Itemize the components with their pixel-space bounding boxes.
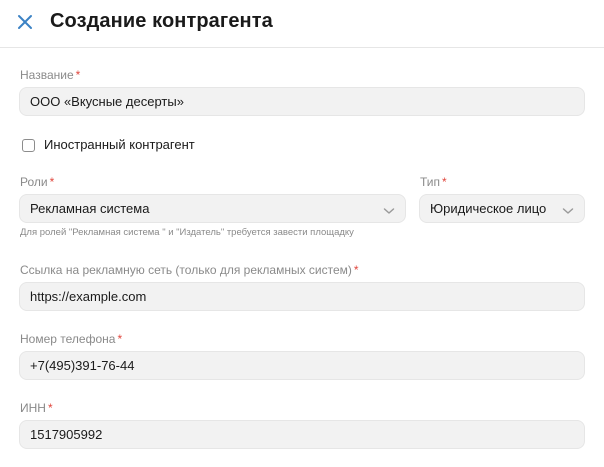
- page-title: Создание контрагента: [50, 10, 273, 32]
- required-mark: *: [47, 401, 53, 415]
- page-header: Создание контрагента: [0, 0, 604, 48]
- ad-network-url-label: Ссылка на рекламную сеть (только для рек…: [20, 263, 359, 277]
- ad-network-url-input[interactable]: [30, 283, 584, 310]
- chevron-down-icon: [562, 204, 574, 214]
- foreign-checkbox-label: Иностранный контрагент: [44, 137, 195, 152]
- inn-input[interactable]: [30, 421, 584, 448]
- phone-label-text: Номер телефона: [20, 332, 116, 346]
- roles-label: Роли *: [20, 175, 54, 189]
- type-select-value: Юридическое лицо: [430, 201, 547, 216]
- roles-select[interactable]: Рекламная система: [19, 194, 406, 223]
- close-icon[interactable]: [16, 13, 34, 31]
- name-label-text: Название: [20, 68, 74, 82]
- inn-field[interactable]: [19, 420, 585, 449]
- inn-label-text: ИНН: [20, 401, 46, 415]
- phone-input[interactable]: [30, 352, 584, 379]
- type-label: Тип *: [420, 175, 447, 189]
- type-select[interactable]: Юридическое лицо: [419, 194, 585, 223]
- type-label-text: Тип: [420, 175, 441, 189]
- roles-label-text: Роли: [20, 175, 48, 189]
- chevron-down-icon: [383, 204, 395, 214]
- required-mark: *: [442, 175, 447, 189]
- name-label: Название *: [20, 68, 80, 82]
- inn-label: ИНН *: [20, 401, 53, 415]
- roles-select-value: Рекламная система: [30, 201, 150, 216]
- name-input[interactable]: [30, 88, 584, 115]
- roles-hint: Для ролей "Рекламная система " и "Издате…: [20, 227, 354, 238]
- ad-network-url-field[interactable]: [19, 282, 585, 311]
- required-mark: *: [49, 175, 55, 189]
- foreign-checkbox[interactable]: [22, 139, 35, 152]
- name-field[interactable]: [19, 87, 585, 116]
- phone-label: Номер телефона *: [20, 332, 122, 346]
- required-mark: *: [353, 263, 359, 277]
- phone-field[interactable]: [19, 351, 585, 380]
- ad-network-url-label-text: Ссылка на рекламную сеть (только для рек…: [20, 263, 352, 277]
- required-mark: *: [75, 68, 81, 82]
- required-mark: *: [117, 332, 123, 346]
